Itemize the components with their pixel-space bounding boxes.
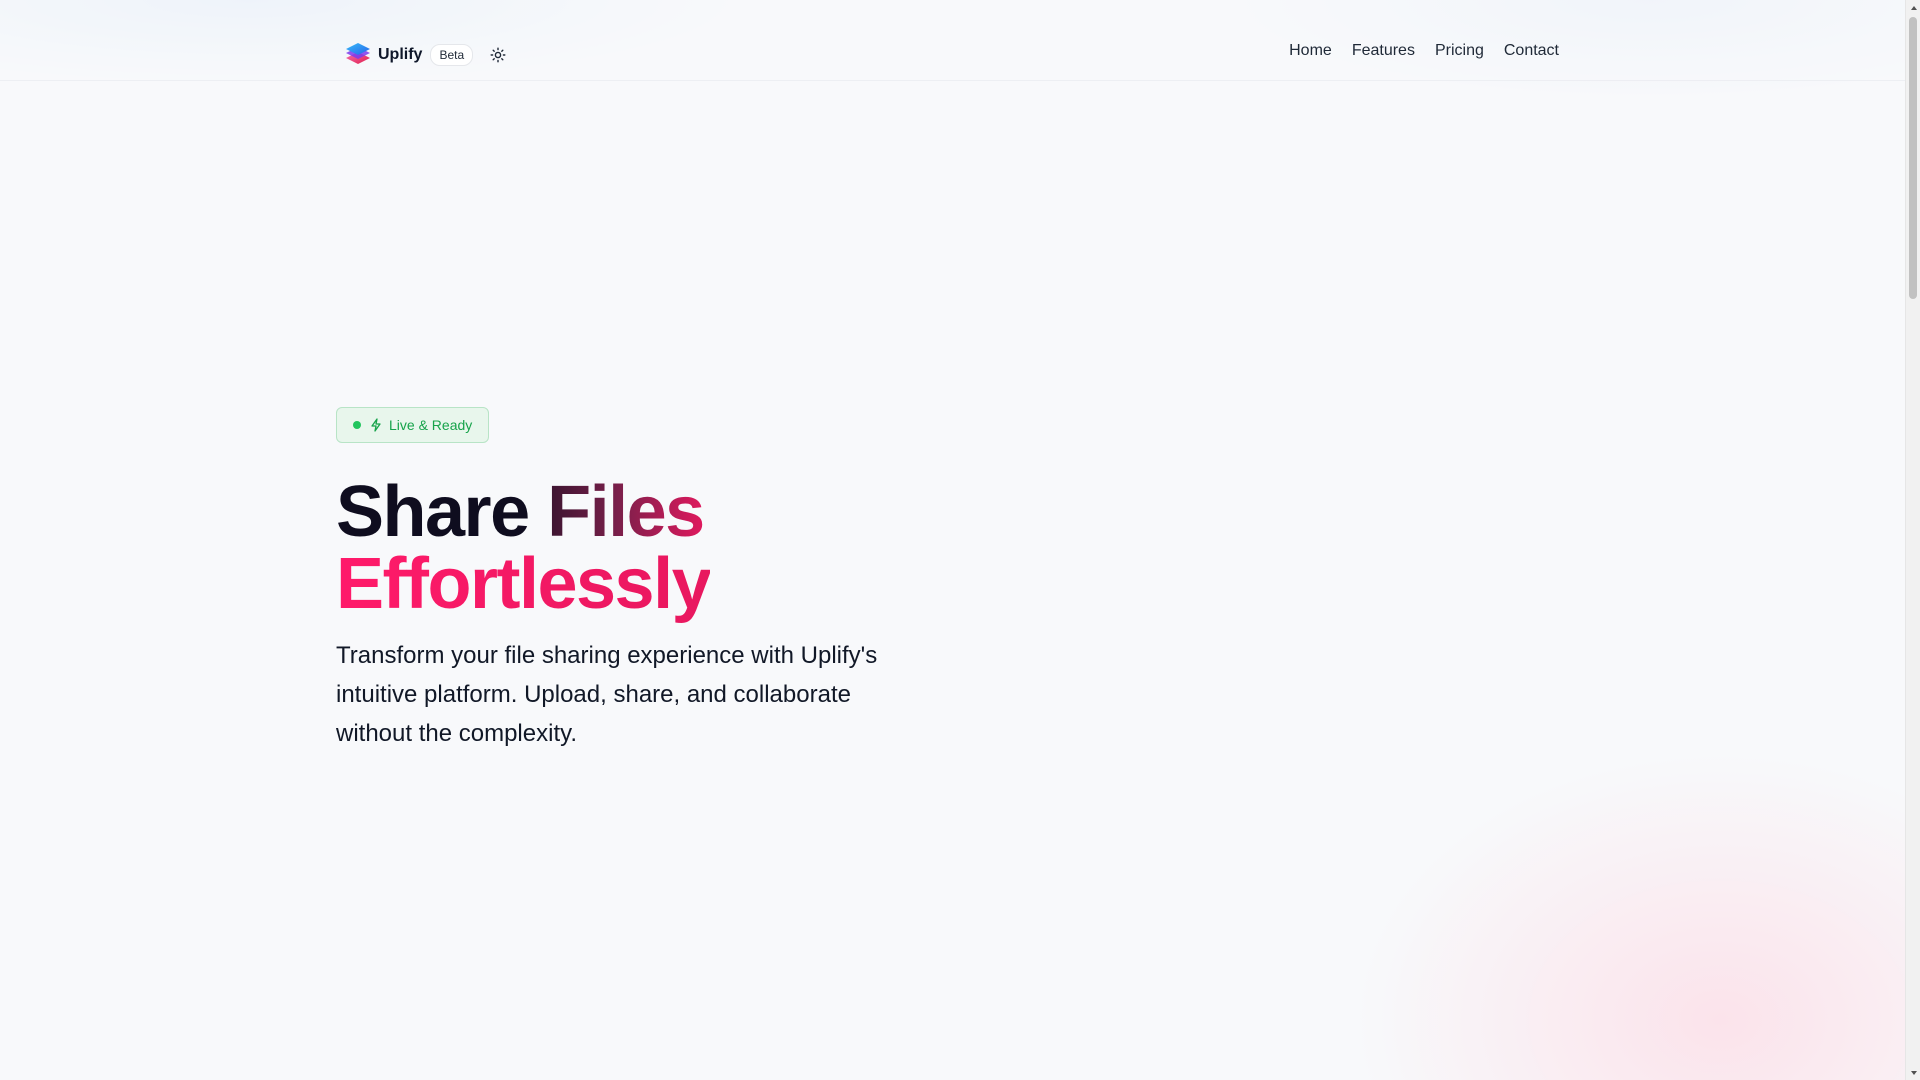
nav-features-link[interactable]: Features <box>1352 42 1415 60</box>
page: Uplify Beta Home Features Pricing Contac… <box>0 0 1905 1080</box>
hero-title-word-share: Share <box>336 472 530 552</box>
vertical-scrollbar[interactable] <box>1905 0 1920 1080</box>
beta-badge: Beta <box>430 44 474 66</box>
hero-title-word-files: Files <box>547 472 705 552</box>
nav-home-link[interactable]: Home <box>1289 42 1332 60</box>
status-dot <box>353 421 361 429</box>
brand[interactable]: Uplify Beta <box>344 40 507 70</box>
nav-pricing-link[interactable]: Pricing <box>1435 42 1484 60</box>
uplify-logo-icon <box>344 41 372 69</box>
status-badge: Live & Ready <box>336 407 490 443</box>
sun-icon <box>490 47 506 63</box>
theme-toggle-button[interactable] <box>489 46 507 64</box>
bolt-icon <box>370 418 382 432</box>
hero-subtitle: Transform your file sharing experience w… <box>336 642 878 747</box>
hero-title-word-effortlessly: Effortlessly <box>336 544 712 624</box>
nav-contact-link[interactable]: Contact <box>1504 42 1559 60</box>
navbar: Uplify Beta Home Features Pricing Contac… <box>0 0 1905 81</box>
scroll-down-arrow-icon[interactable] <box>1906 1065 1920 1080</box>
scroll-up-arrow-icon[interactable] <box>1906 0 1920 15</box>
scrollbar-thumb[interactable] <box>1909 17 1917 299</box>
brand-name: Uplify <box>378 46 423 63</box>
main-nav: Home Features Pricing Contact <box>1289 42 1559 60</box>
hero-title: Share Files Effortlessly <box>336 476 712 620</box>
status-label: Live & Ready <box>389 417 473 433</box>
